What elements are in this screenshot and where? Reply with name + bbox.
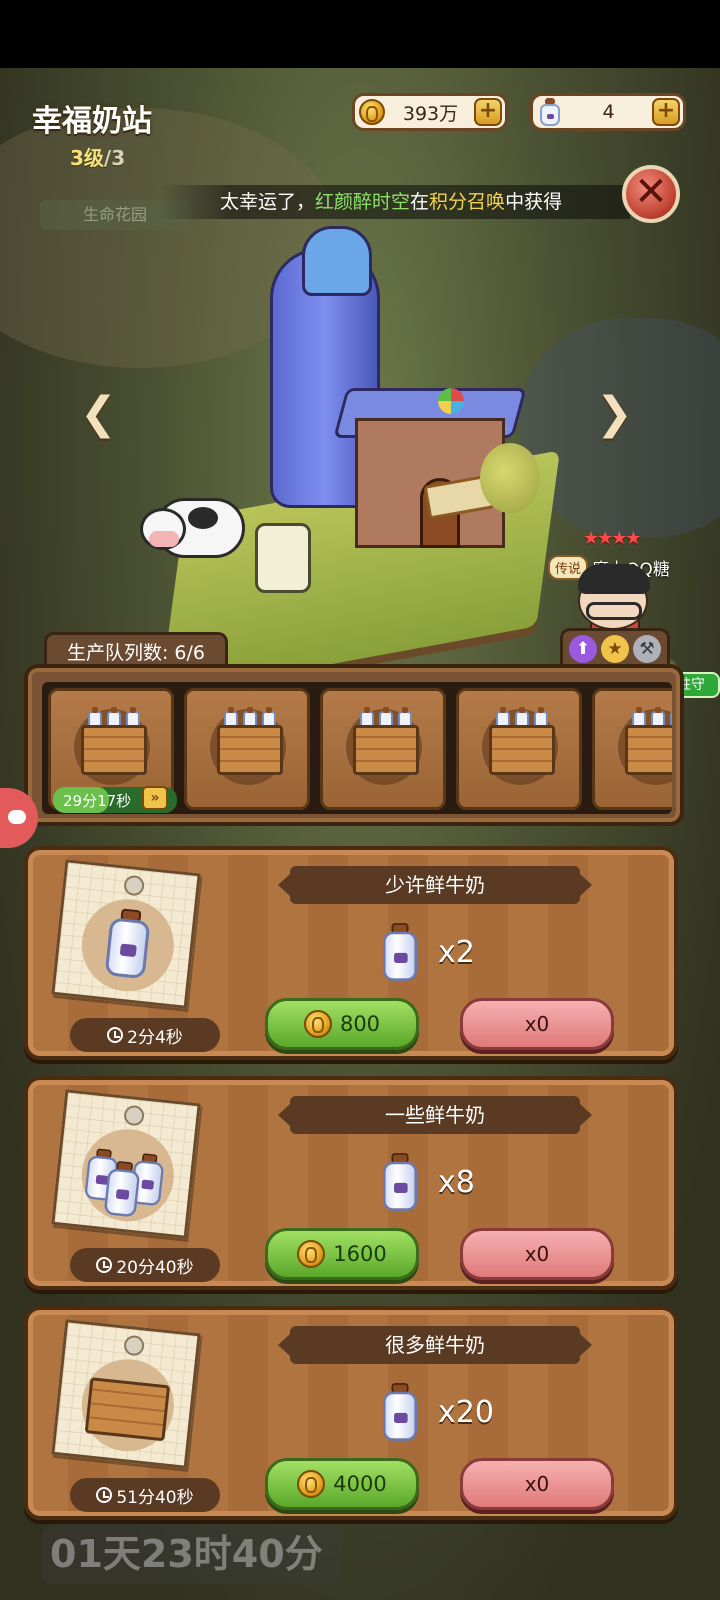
recipe-time-text: 2分4秒	[127, 1027, 183, 1048]
milk-jar	[255, 523, 311, 593]
event-countdown: 01天23时40分	[42, 1524, 342, 1584]
recipe-yield-qty: x20	[438, 1394, 494, 1430]
recipe-yield: x20	[380, 1380, 530, 1444]
production-queue: 29分17秒	[24, 664, 684, 826]
milk-crate-icon	[625, 725, 672, 775]
recipe-time: 51分40秒	[70, 1478, 220, 1512]
milk-counter: 4 +	[530, 93, 686, 131]
milk-crate-icon	[81, 725, 147, 775]
owned-count-button[interactable]: x0	[460, 1458, 614, 1510]
recipe-note	[51, 1089, 201, 1239]
close-button[interactable]: ✕	[622, 165, 680, 223]
milk-crate-icon	[353, 725, 419, 775]
recipe-yield-qty: x8	[438, 1164, 475, 1200]
clock-icon	[96, 1257, 113, 1273]
add-coins-button[interactable]: +	[474, 98, 502, 126]
add-milk-button[interactable]: +	[652, 98, 680, 126]
produce-button[interactable]: 800	[265, 998, 419, 1050]
hammer-icon[interactable]: ⚒	[633, 634, 661, 663]
clock-icon	[96, 1487, 113, 1503]
next-building-arrow[interactable]: ❯	[596, 390, 633, 438]
milk-bottle-icon	[383, 1383, 417, 1441]
queue-slot[interactable]	[320, 688, 446, 810]
produce-cost: 800	[339, 1012, 381, 1036]
milk-bottle-icon	[535, 97, 565, 127]
queue-slot[interactable]	[592, 688, 672, 810]
milk-bottle-icon	[383, 1153, 417, 1211]
coin-icon	[303, 1010, 332, 1038]
queue-timer-text: 29分17秒	[63, 791, 132, 810]
recipe-note	[51, 1319, 201, 1469]
recipe-name: 一些鲜牛奶	[278, 1096, 592, 1134]
owned-count-button[interactable]: x0	[460, 1228, 614, 1280]
recipe-name: 少许鲜牛奶	[278, 866, 592, 904]
ticker-prefix: 太幸运了，	[220, 191, 316, 213]
recipe-time: 2分4秒	[70, 1018, 220, 1052]
recipe-time-text: 20分40秒	[116, 1257, 194, 1278]
milk-bottle-icon	[103, 1160, 142, 1218]
milk-station-illustration	[140, 218, 570, 696]
produce-button[interactable]: 4000	[265, 1458, 419, 1510]
building-title: 幸福奶站	[32, 104, 152, 139]
queue-slot[interactable]	[456, 688, 582, 810]
coin-counter: 393万 +	[352, 93, 508, 131]
queue-slot[interactable]	[184, 688, 310, 810]
recipe-name: 很多鲜牛奶	[278, 1326, 592, 1364]
milk-crate-icon	[84, 1377, 171, 1442]
coin-icon	[297, 1470, 326, 1498]
queue-tools: ⬆ ★ ⚒	[560, 628, 670, 666]
milk-value: 4	[602, 101, 615, 123]
milk-bottle-icon	[383, 923, 417, 981]
queue-slots: 29分17秒	[42, 682, 672, 814]
milk-crate-icon	[217, 725, 283, 775]
announcement-ticker: 太幸运了，红颜醉时空在积分召唤中获得	[160, 185, 630, 219]
produce-cost: 4000	[333, 1472, 387, 1496]
clock-icon	[107, 1027, 124, 1043]
recipe-time: 20分40秒	[70, 1248, 220, 1282]
hero-stars: ★★★★	[583, 528, 642, 549]
recipe-time-text: 51分40秒	[116, 1487, 194, 1508]
hero-head	[578, 564, 650, 630]
milk-crate-icon	[489, 725, 555, 775]
bottle-tower-top	[302, 226, 372, 296]
coin-icon	[297, 1240, 326, 1268]
ticker-player: 红颜醉时空	[315, 191, 411, 213]
ticker-suffix: 中获得	[505, 191, 563, 213]
star-icon[interactable]: ★	[601, 634, 629, 663]
pinwheel	[438, 388, 464, 414]
ticker-middle: 在	[410, 191, 430, 213]
speed-up-button[interactable]: »	[142, 786, 168, 810]
coin-icon	[357, 97, 387, 127]
ticker-event: 积分召唤	[429, 191, 506, 213]
level-current: 3级	[70, 146, 104, 170]
produce-button[interactable]: 1600	[265, 1228, 419, 1280]
recipe-yield-qty: x2	[438, 934, 475, 970]
previous-building-arrow[interactable]: ❮	[80, 390, 117, 438]
cow-head	[140, 508, 186, 550]
milk-bottle-icon	[104, 907, 152, 980]
upgrade-icon[interactable]: ⬆	[569, 634, 597, 663]
produce-cost: 1600	[333, 1242, 387, 1266]
recipe-yield: x2	[380, 920, 530, 984]
level-max: /3	[103, 146, 126, 170]
hero-glasses	[586, 602, 642, 620]
building-level: 3级/3	[70, 142, 125, 171]
bush	[480, 443, 540, 513]
coin-value: 393万	[402, 102, 459, 125]
recipe-note	[51, 859, 201, 1009]
owned-count-button[interactable]: x0	[460, 998, 614, 1050]
recipe-yield: x8	[380, 1150, 530, 1214]
